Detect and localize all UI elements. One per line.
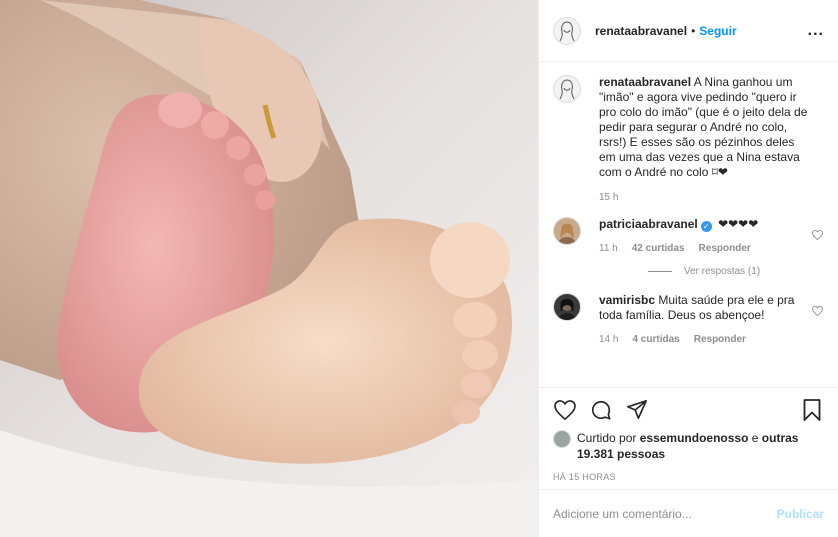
comment-body: vamirisbc Muita saúde pra ele e pra toda…	[599, 293, 802, 347]
liker-avatar[interactable]	[553, 430, 571, 448]
liked-by-middle: e	[751, 431, 759, 445]
posted-time[interactable]: HÁ 15 HORAS	[553, 472, 824, 482]
comment-body: patriciaabravanel ✓ ❤❤❤❤ 11 h 42 curtidas…	[599, 217, 802, 256]
caption-row: renataabravanel A Nina ganhou um "imão" …	[553, 75, 824, 205]
comment-meta: 14 h 4 curtidas Responder	[599, 332, 802, 347]
publish-button[interactable]: Publicar	[777, 507, 824, 521]
liked-by-user[interactable]: essemundoenosso	[640, 431, 749, 445]
comment-time[interactable]: 11 h	[599, 241, 618, 256]
replies-line	[648, 271, 672, 272]
author-username[interactable]: renataabravanel	[595, 24, 687, 38]
comment-row: patriciaabravanel ✓ ❤❤❤❤ 11 h 42 curtidas…	[553, 217, 824, 256]
comment-avatar[interactable]	[553, 217, 581, 245]
comment-input[interactable]	[553, 506, 777, 521]
caption-meta: 15 h	[599, 190, 810, 205]
liked-by-text: Curtido por essemundoenosso e outras 19.…	[577, 430, 824, 462]
bookmark-icon[interactable]	[800, 398, 824, 422]
follow-button[interactable]: Seguir	[699, 24, 736, 38]
action-icons	[553, 396, 824, 424]
comment-row: vamirisbc Muita saúde pra ele e pra toda…	[553, 293, 824, 347]
add-comment-bar: Publicar	[539, 489, 838, 537]
liked-by: Curtido por essemundoenosso e outras 19.…	[553, 430, 824, 462]
baby-feet-image	[0, 0, 538, 537]
comment-text: ❤❤❤❤	[718, 217, 759, 231]
comments-list[interactable]: renataabravanel A Nina ganhou um "imão" …	[539, 63, 838, 386]
author-avatar[interactable]	[553, 16, 581, 45]
comment-meta: 11 h 42 curtidas Responder	[599, 241, 802, 256]
comment-like-icon[interactable]	[810, 230, 824, 240]
view-replies-button[interactable]: Ver respostas (1)	[648, 266, 824, 277]
caption-body: renataabravanel A Nina ganhou um "imão" …	[599, 75, 810, 205]
share-icon[interactable]	[625, 398, 649, 422]
comment-likes[interactable]: 42 curtidas	[632, 241, 685, 256]
caption-time[interactable]: 15 h	[599, 190, 618, 205]
post-side-panel: renataabravanel • Seguir ... renataabrav…	[538, 0, 838, 537]
instagram-post: renataabravanel • Seguir ... renataabrav…	[0, 0, 838, 537]
liked-by-prefix: Curtido por	[577, 431, 637, 445]
verified-badge-icon: ✓	[700, 221, 712, 232]
post-header: renataabravanel • Seguir ...	[539, 0, 838, 62]
separator-dot: •	[691, 23, 696, 38]
post-photo[interactable]	[0, 0, 538, 537]
reply-button[interactable]: Responder	[699, 241, 751, 256]
reply-button[interactable]: Responder	[694, 332, 746, 347]
comment-avatar[interactable]	[553, 293, 581, 321]
comment-username[interactable]: patriciaabravanel	[599, 217, 698, 231]
post-actions: Curtido por essemundoenosso e outras 19.…	[539, 387, 838, 482]
caption-text: A Nina ganhou um "imão" e agora vive ped…	[599, 75, 808, 179]
comment-username[interactable]: vamirisbc	[599, 293, 655, 307]
comment-icon[interactable]	[589, 398, 613, 422]
heart-icon[interactable]	[553, 398, 577, 422]
comment-like-icon[interactable]	[810, 306, 824, 316]
caption-username[interactable]: renataabravanel	[599, 75, 691, 89]
more-options-icon[interactable]: ...	[808, 22, 824, 40]
comment-likes[interactable]: 4 curtidas	[632, 332, 679, 347]
view-replies-label: Ver respostas (1)	[684, 266, 761, 277]
comment-time[interactable]: 14 h	[599, 332, 618, 347]
caption-avatar[interactable]	[553, 75, 581, 103]
